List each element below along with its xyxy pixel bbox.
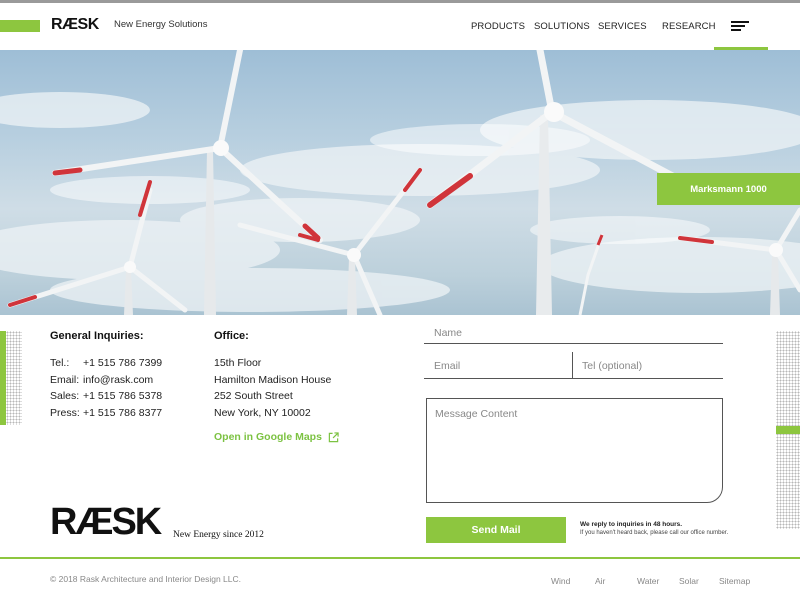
contact-row-email: Email: info@rask.com <box>50 372 162 389</box>
press-value[interactable]: +1 515 786 8377 <box>83 405 162 422</box>
sales-value[interactable]: +1 515 786 5378 <box>83 388 162 405</box>
hero-product-tag[interactable]: Marksmann 1000 <box>657 173 800 205</box>
tel-value[interactable]: +1 515 786 7399 <box>83 355 162 372</box>
site-header: RÆSK New Energy Solutions PRODUCTS SOLUT… <box>0 3 800 50</box>
email-input[interactable] <box>424 354 572 379</box>
external-link-icon <box>328 431 339 442</box>
footer-logo: RÆSK <box>50 501 162 543</box>
message-textarea[interactable] <box>426 398 723 503</box>
brand-since: New Energy since 2012 <box>173 530 264 540</box>
contact-row-press: Press: +1 515 786 8377 <box>50 405 162 422</box>
name-input[interactable] <box>424 323 723 344</box>
reply-subnote: If you haven't heard back, please call o… <box>580 530 729 536</box>
footer-link-wind[interactable]: Wind <box>551 576 570 586</box>
hero-image: Marksmann 1000 <box>0 50 800 315</box>
contact-row-sales: Sales: +1 515 786 5378 <box>50 388 162 405</box>
reply-note: We reply to inquiries in 48 hours. <box>580 521 683 528</box>
address-line: 15th Floor <box>214 357 262 369</box>
footer-link-water[interactable]: Water <box>637 576 659 586</box>
brand-accent-bar <box>0 20 40 32</box>
tel-input[interactable] <box>572 354 723 379</box>
header-logo[interactable]: RÆSK <box>51 16 99 34</box>
address-line: New York, NY 10002 <box>214 406 311 419</box>
contact-row-tel: Tel.: +1 515 786 7399 <box>50 355 162 372</box>
footer-divider <box>0 557 800 559</box>
general-inquiries-list: Tel.: +1 515 786 7399 Email: info@rask.com… <box>50 355 162 421</box>
copyright: © 2018 Rask Architecture and Interior De… <box>50 574 242 584</box>
footer-link-air[interactable]: Air <box>595 576 605 586</box>
send-mail-button[interactable]: Send Mail <box>426 517 566 543</box>
menu-button[interactable] <box>714 3 768 50</box>
left-dot-pattern <box>6 331 22 425</box>
nav-products[interactable]: PRODUCTS <box>471 21 525 32</box>
header-tagline: New Energy Solutions <box>114 19 208 30</box>
footer-link-sitemap[interactable]: Sitemap <box>719 576 750 586</box>
nav-solutions[interactable]: SOLUTIONS <box>534 21 590 32</box>
email-value[interactable]: info@rask.com <box>83 372 153 389</box>
google-maps-link-label: Open in Google Maps <box>214 431 322 443</box>
address-line: Hamilton Madison House <box>214 373 332 386</box>
google-maps-link[interactable]: Open in Google Maps <box>214 431 339 443</box>
footer-link-solar[interactable]: Solar <box>679 576 699 586</box>
nav-research[interactable]: RESEARCH <box>662 21 716 32</box>
office-address: 15th Floor Hamilton Madison House 252 So… <box>214 355 331 421</box>
nav-services[interactable]: SERVICES <box>598 21 647 32</box>
general-inquiries-heading: General Inquiries: <box>50 330 144 342</box>
office-heading: Office: <box>214 330 249 342</box>
address-line: 252 South Street <box>214 390 293 402</box>
right-accent-bar <box>776 426 800 434</box>
page: RÆSK New Energy Solutions PRODUCTS SOLUT… <box>0 0 800 600</box>
